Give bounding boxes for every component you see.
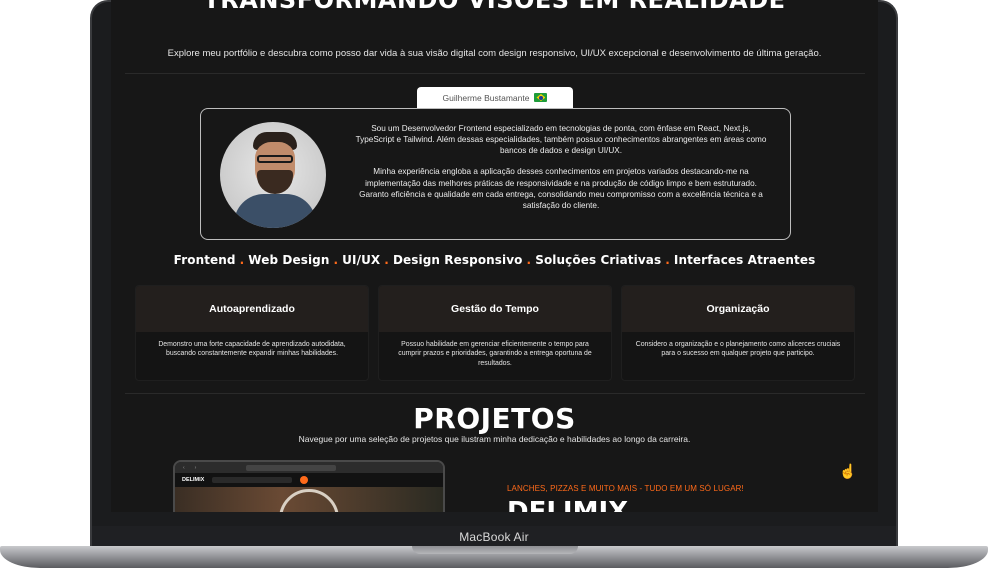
about-paragraph-1: Sou um Desenvolvedor Frontend especializ… bbox=[355, 124, 767, 156]
about-paragraph-2: Minha experiência engloba a aplicação de… bbox=[359, 167, 763, 210]
touch-scroll-icon: ☝ bbox=[839, 463, 857, 479]
projects-subtitle: Navegue por uma seleção de projetos que … bbox=[298, 434, 691, 444]
about-card: Sou um Desenvolvedor Frontend especializ… bbox=[200, 108, 791, 240]
laptop-mockup: TRANSFORMANDO VISÕES EM REALIDADE Explor… bbox=[0, 0, 988, 568]
feature-card-gestao-do-tempo: Gestão do Tempo Possuo habilidade em ger… bbox=[378, 285, 612, 381]
feature-text: Demonstro uma forte capacidade de aprend… bbox=[158, 341, 346, 358]
preview-navbar: DELIMIX bbox=[175, 473, 443, 487]
preview-brand: DELIMIX bbox=[182, 477, 205, 483]
profile-name: Guilherme Bustamante bbox=[442, 92, 530, 103]
skill-item: Design Responsivo bbox=[392, 253, 523, 267]
hero-subtitle: Explore meu portfólio e descubra como po… bbox=[167, 48, 822, 59]
browser-toolbar: ‹ › bbox=[175, 462, 443, 473]
feature-card-organizacao: Organização Considero a organização e o … bbox=[621, 285, 855, 381]
project-tagline: LANCHES, PIZZAS E MUITO MAIS - TUDO EM U… bbox=[507, 484, 744, 493]
skill-item: Frontend bbox=[173, 253, 236, 267]
laptop-screen: TRANSFORMANDO VISÕES EM REALIDADE Explor… bbox=[111, 0, 878, 512]
laptop-notch bbox=[412, 546, 578, 554]
section-divider bbox=[125, 393, 865, 394]
profile-name-tab: Guilherme Bustamante bbox=[417, 87, 573, 108]
project-name: DELIMIX bbox=[507, 497, 629, 512]
skills-line: Frontend. Web Design. UI/UX. Design Respons… bbox=[173, 253, 816, 267]
feature-card-autoaprendizado: Autoaprendizado Demonstro uma forte capa… bbox=[135, 285, 369, 381]
preview-hero-image bbox=[175, 487, 443, 512]
feature-title: Autoaprendizado bbox=[136, 286, 368, 332]
feature-text: Possuo habilidade em gerenciar eficiente… bbox=[398, 341, 592, 367]
skill-item: Interfaces Atraentes bbox=[673, 253, 816, 267]
feature-text: Considero a organização e o planejamento… bbox=[635, 341, 841, 358]
brazil-flag-icon bbox=[534, 93, 548, 102]
avatar bbox=[220, 122, 326, 228]
feature-title: Gestão do Tempo bbox=[379, 286, 611, 332]
project-preview-delimix[interactable]: ‹ › DELIMIX bbox=[173, 460, 445, 512]
about-text: Sou um Desenvolvedor Frontend especializ… bbox=[351, 123, 771, 211]
skill-item: UI/UX bbox=[342, 253, 381, 267]
device-label: MacBook Air bbox=[459, 530, 529, 544]
feature-title: Organização bbox=[622, 286, 854, 332]
hero-title: TRANSFORMANDO VISÕES EM REALIDADE bbox=[203, 0, 786, 14]
section-divider bbox=[125, 73, 865, 74]
skill-item: Soluções Criativas bbox=[535, 253, 662, 267]
projects-title: PROJETOS bbox=[413, 402, 576, 435]
skill-item: Web Design bbox=[248, 253, 330, 267]
